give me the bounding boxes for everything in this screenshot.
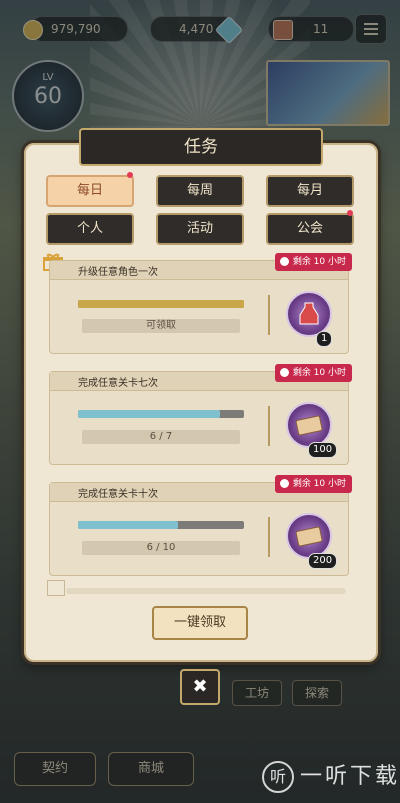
notification-dot xyxy=(127,172,133,178)
check-icon xyxy=(47,580,65,596)
task-status: 6 / 10 xyxy=(82,541,240,555)
divider xyxy=(268,295,270,335)
tab-event[interactable]: 活动 xyxy=(156,213,244,245)
tab-guild[interactable]: 公会 xyxy=(266,213,354,245)
panel-title: 任务 xyxy=(79,128,323,166)
notification-dot xyxy=(347,210,353,216)
reward-count: 100 xyxy=(308,442,338,458)
tab-daily[interactable]: 每日 xyxy=(46,175,134,207)
ticket-icon xyxy=(295,415,323,436)
task-name: 完成任意关卡七次 xyxy=(78,378,158,389)
ticket-icon xyxy=(295,526,323,547)
progress-bar xyxy=(78,300,244,308)
clock-icon xyxy=(279,479,289,488)
tab-personal[interactable]: 个人 xyxy=(46,213,134,245)
clock-icon xyxy=(279,368,289,377)
clock-icon xyxy=(279,257,289,266)
scroll-track xyxy=(66,588,346,594)
claim-all-button[interactable]: 一键领取 xyxy=(152,606,248,640)
tab-monthly[interactable]: 每月 xyxy=(266,175,354,207)
progress-bar xyxy=(78,410,244,418)
task-card: 完成任意关卡七次 剩余 10 小时 6 / 7 100 xyxy=(49,364,352,465)
reward-count: 1 xyxy=(316,331,333,347)
progress-fill xyxy=(78,410,221,418)
progress-bar xyxy=(78,521,244,529)
potion-icon xyxy=(299,302,319,325)
task-status: 6 / 7 xyxy=(82,430,240,444)
task-card: 升级任意角色一次 剩余 10 小时 可领取 1 xyxy=(49,253,352,354)
task-name: 完成任意关卡十次 xyxy=(78,489,158,500)
watermark: 听一听下载 xyxy=(262,760,400,794)
reward-count: 200 xyxy=(308,553,338,569)
watermark-logo: 听 xyxy=(262,761,294,793)
divider xyxy=(268,517,270,557)
tab-weekly[interactable]: 每周 xyxy=(156,175,244,207)
task-timer: 剩余 10 小时 xyxy=(274,253,352,271)
progress-fill xyxy=(78,521,178,529)
task-card: 完成任意关卡十次 剩余 10 小时 6 / 10 200 xyxy=(49,475,352,576)
task-name: 升级任意角色一次 xyxy=(78,267,158,278)
task-status[interactable]: 可领取 xyxy=(82,319,240,333)
task-timer: 剩余 10 小时 xyxy=(274,475,352,493)
timer-text: 剩余 10 小时 xyxy=(292,479,346,489)
progress-fill xyxy=(78,300,244,308)
timer-text: 剩余 10 小时 xyxy=(292,257,346,267)
divider xyxy=(268,406,270,446)
timer-text: 剩余 10 小时 xyxy=(292,368,346,378)
watermark-text: 一听下载 xyxy=(300,764,400,789)
task-timer: 剩余 10 小时 xyxy=(274,364,352,382)
close-button[interactable]: ✖ xyxy=(180,669,220,705)
